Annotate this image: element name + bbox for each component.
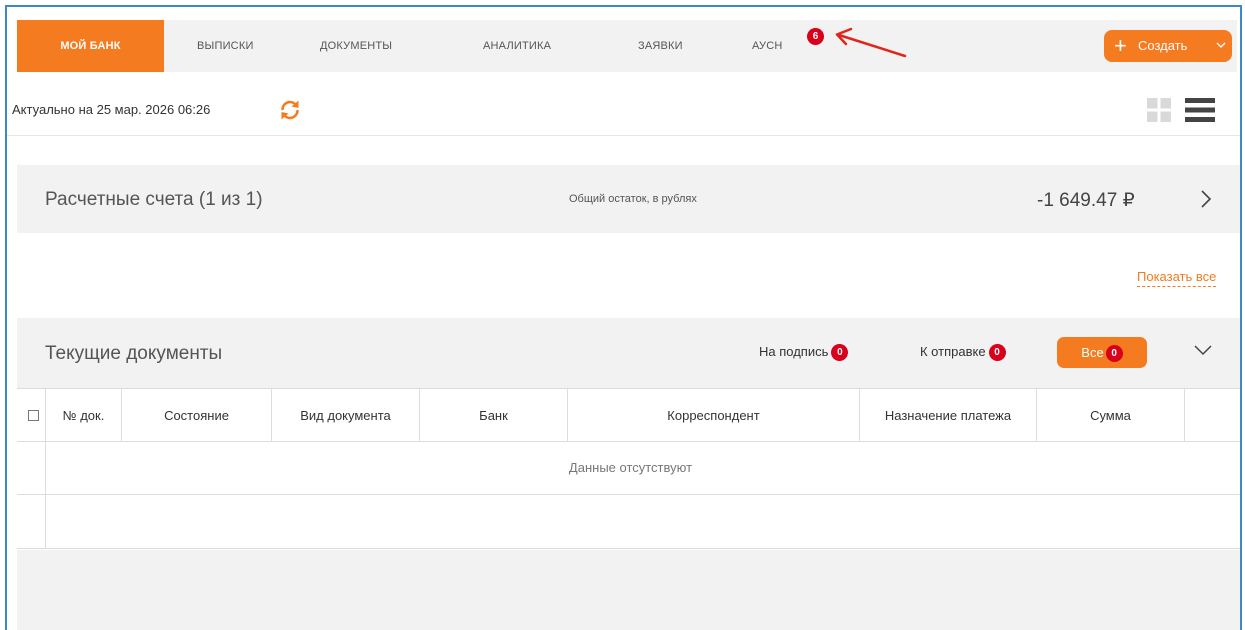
filter-to-send-label: К отправке: [920, 344, 986, 359]
status-bar: Актуально на 25 мар. 2026 06:26: [7, 84, 1240, 136]
select-all-checkbox[interactable]: [28, 410, 39, 421]
last-updated-text: Актуально на 25 мар. 2026 06:26: [12, 102, 211, 117]
create-label: Создать: [1138, 38, 1188, 53]
filter-all-label: Все: [1081, 345, 1104, 360]
tab-analytics[interactable]: АНАЛИТИКА: [483, 20, 551, 72]
accounts-panel[interactable]: Расчетные счета (1 из 1) Общий остаток, …: [17, 165, 1240, 233]
chevron-down-icon: [1216, 42, 1226, 48]
tab-ausn[interactable]: АУСН: [752, 20, 783, 72]
documents-panel: Текущие документы На подпись 0 К отправке…: [17, 318, 1240, 388]
filter-to-send[interactable]: К отправке 0: [920, 344, 1006, 362]
filter-to-send-count: 0: [988, 344, 1006, 362]
documents-title: Текущие документы: [45, 343, 223, 364]
column-doc-type[interactable]: Вид документа: [272, 389, 420, 442]
top-nav: МОЙ БАНК ВЫПИСКИ ДОКУМЕНТЫ АНАЛИТИКА ЗАЯ…: [17, 20, 1237, 72]
select-all-cell: [17, 389, 46, 442]
show-all-link[interactable]: Показать все: [1137, 269, 1217, 287]
accounts-title: Расчетные счета (1 из 1): [45, 189, 263, 210]
grid-view-icon[interactable]: [1147, 98, 1171, 122]
create-button[interactable]: + Создать: [1104, 30, 1232, 62]
documents-table: № док. Состояние Вид документа Банк Корр…: [17, 388, 1240, 630]
red-arrow-icon: [835, 27, 907, 58]
column-payment-purpose[interactable]: Назначение платежа: [860, 389, 1037, 442]
app-window: МОЙ БАНК ВЫПИСКИ ДОКУМЕНТЫ АНАЛИТИКА ЗАЯ…: [5, 5, 1242, 630]
balance-total: -1 649.47 ₽: [1037, 190, 1135, 211]
tab-documents[interactable]: ДОКУМЕНТЫ: [320, 20, 392, 72]
column-doc-number[interactable]: № док.: [46, 389, 122, 442]
column-amount[interactable]: Сумма: [1037, 389, 1185, 442]
plus-icon: +: [1114, 33, 1127, 58]
list-view-icon[interactable]: [1185, 98, 1215, 122]
tab-statements[interactable]: ВЫПИСКИ: [197, 20, 254, 72]
filter-to-sign-count: 0: [831, 344, 849, 362]
refresh-icon[interactable]: [278, 98, 302, 122]
tab-my-bank[interactable]: МОЙ БАНК: [17, 20, 164, 72]
chevron-down-icon[interactable]: [1194, 344, 1212, 356]
chevron-right-icon[interactable]: [1200, 189, 1212, 209]
ausn-count-badge: 6: [807, 28, 824, 45]
filter-all[interactable]: Все 0: [1057, 337, 1147, 368]
table-row: Данные отсутствуют: [17, 442, 1240, 495]
tab-requests[interactable]: ЗАЯВКИ: [638, 20, 683, 72]
filter-all-count: 0: [1105, 345, 1123, 363]
table-row: [17, 495, 1240, 549]
table-header: № док. Состояние Вид документа Банк Корр…: [17, 388, 1240, 442]
column-status[interactable]: Состояние: [122, 389, 272, 442]
table-gutter: [45, 442, 46, 549]
filter-to-sign[interactable]: На подпись 0: [759, 344, 849, 362]
filter-to-sign-label: На подпись: [759, 344, 829, 359]
empty-message: Данные отсутствуют: [568, 460, 693, 475]
table-footer: [17, 550, 1240, 630]
column-correspondent[interactable]: Корреспондент: [568, 389, 860, 442]
balance-caption: Общий остаток, в рублях: [569, 193, 697, 205]
column-bank[interactable]: Банк: [420, 389, 568, 442]
